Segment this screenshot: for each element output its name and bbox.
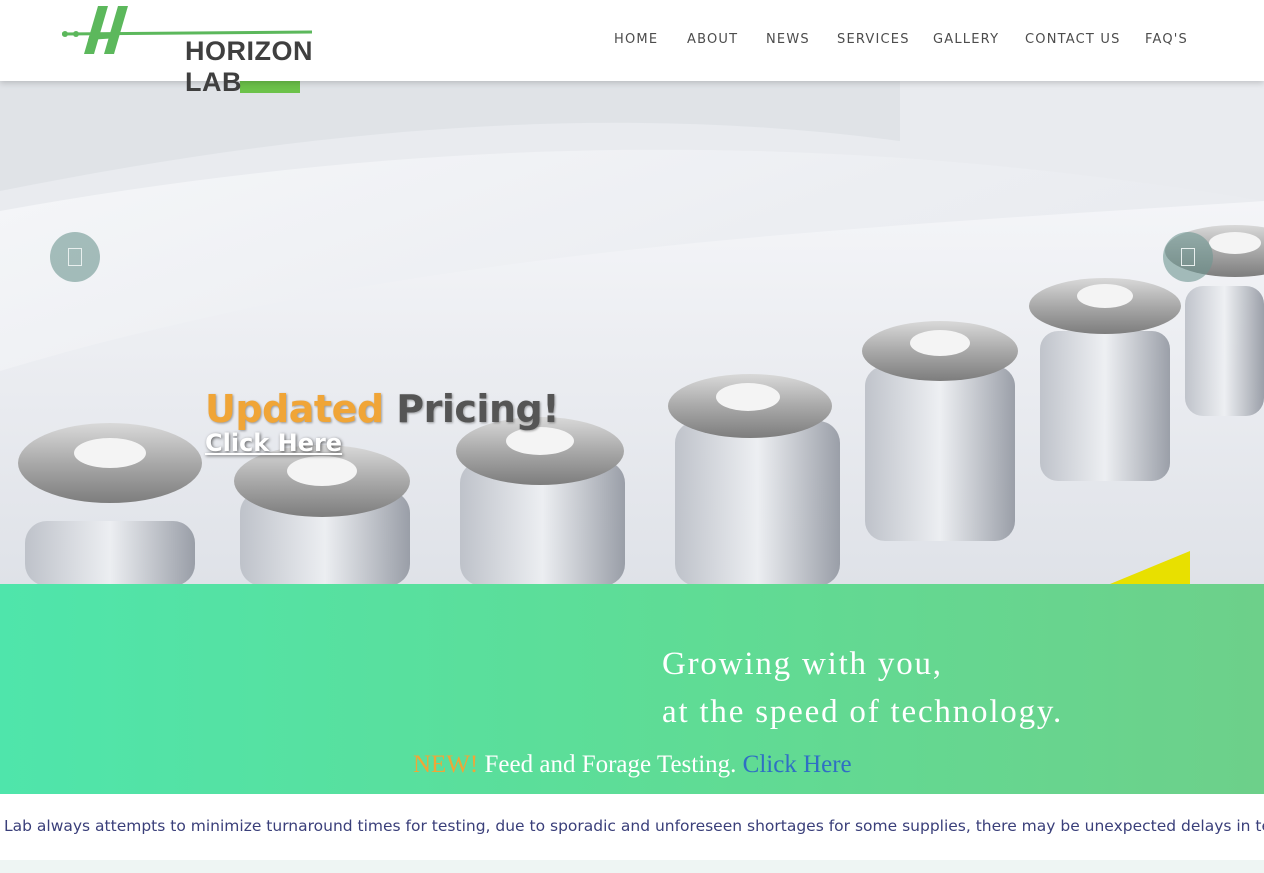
announcement-ticker: Lab always attempts to minimize turnarou… (0, 794, 1264, 860)
nav-home[interactable]: HOME (614, 32, 658, 47)
nav-news[interactable]: NEWS (766, 32, 810, 47)
hero-vials-image (0, 81, 1264, 584)
nav-contact-us[interactable]: CONTACT US (1025, 32, 1121, 47)
hero-click-here-link[interactable]: Click Here (205, 429, 342, 457)
hero-slider: Updated Pricing! Click Here (0, 81, 1264, 584)
tagline-banner: Growing with you, at the speed of techno… (0, 584, 1264, 794)
nav-services[interactable]: SERVICES (837, 32, 910, 47)
nav-about[interactable]: ABOUT (687, 32, 738, 47)
slider-prev-button[interactable] (50, 232, 100, 282)
main-navigation: HOME ABOUT NEWS SERVICES GALLERY CONTACT… (0, 32, 1264, 52)
chevron-left-icon (68, 248, 82, 266)
hero-headline-accent: Updated (205, 387, 384, 431)
ticker-text: Lab always attempts to minimize turnarou… (4, 817, 1264, 835)
feed-forage-click-here-link[interactable]: Click Here (743, 751, 852, 778)
slider-next-button[interactable] (1163, 232, 1213, 282)
hero-headline-rest: Pricing! (383, 387, 560, 431)
chevron-right-icon (1181, 248, 1195, 266)
tagline-line-2: at the speed of technology. (662, 694, 1064, 730)
nav-gallery[interactable]: GALLERY (933, 32, 999, 47)
tagline-line-1: Growing with you, (662, 646, 943, 682)
new-badge: NEW! (413, 751, 479, 778)
page-bottom-strip (0, 860, 1264, 873)
nav-faqs[interactable]: FAQ'S (1145, 32, 1188, 47)
news-announcement: NEW! Feed and Forage Testing. Click Here (413, 751, 852, 779)
site-header: HORIZON LAB HOME ABOUT NEWS SERVICES GAL… (0, 0, 1264, 97)
news-text: Feed and Forage Testing. (478, 751, 743, 778)
hero-headline: Updated Pricing! (205, 387, 560, 431)
